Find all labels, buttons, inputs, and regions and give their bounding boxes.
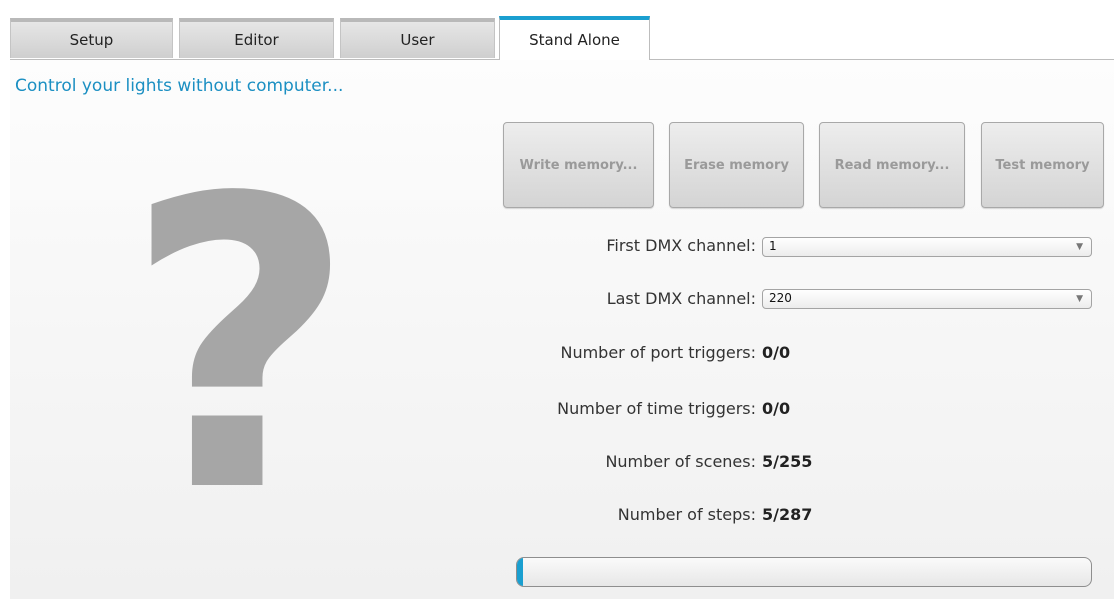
scenes-label: Number of scenes: [605, 452, 756, 471]
time-triggers-value: 0/0 [762, 399, 791, 418]
last-dmx-channel-label: Last DMX channel: [606, 289, 756, 308]
last-dmx-channel-select[interactable]: 220 ▼ [762, 289, 1092, 309]
question-mark-icon: ? [123, 115, 357, 580]
steps-label: Number of steps: [617, 505, 756, 524]
test-memory-button[interactable]: Test memory [981, 122, 1104, 208]
erase-memory-button[interactable]: Erase memory [669, 122, 804, 208]
first-dmx-channel-select[interactable]: 1 ▼ [762, 237, 1092, 257]
tab-stand-alone[interactable]: Stand Alone [499, 16, 650, 60]
scenes-value: 5/255 [762, 452, 813, 471]
time-triggers-label: Number of time triggers: [557, 399, 756, 418]
port-triggers-label: Number of port triggers: [560, 343, 756, 362]
tab-bar: Setup Editor User Stand Alone [10, 16, 1114, 60]
progress-fill [517, 558, 523, 586]
page-subtitle: Control your lights without computer... [15, 76, 344, 96]
memory-progress-bar [516, 557, 1092, 587]
write-memory-button[interactable]: Write memory... [503, 122, 654, 208]
first-dmx-channel-label: First DMX channel: [606, 236, 756, 255]
first-dmx-channel-value: 1 [769, 239, 777, 253]
steps-value: 5/287 [762, 505, 813, 524]
tab-setup[interactable]: Setup [10, 18, 173, 58]
read-memory-button[interactable]: Read memory... [819, 122, 965, 208]
tab-editor[interactable]: Editor [179, 18, 334, 58]
chevron-down-icon: ▼ [1076, 242, 1083, 252]
chevron-down-icon: ▼ [1076, 294, 1083, 304]
last-dmx-channel-value: 220 [769, 291, 792, 305]
tab-user[interactable]: User [340, 18, 495, 58]
port-triggers-value: 0/0 [762, 343, 791, 362]
